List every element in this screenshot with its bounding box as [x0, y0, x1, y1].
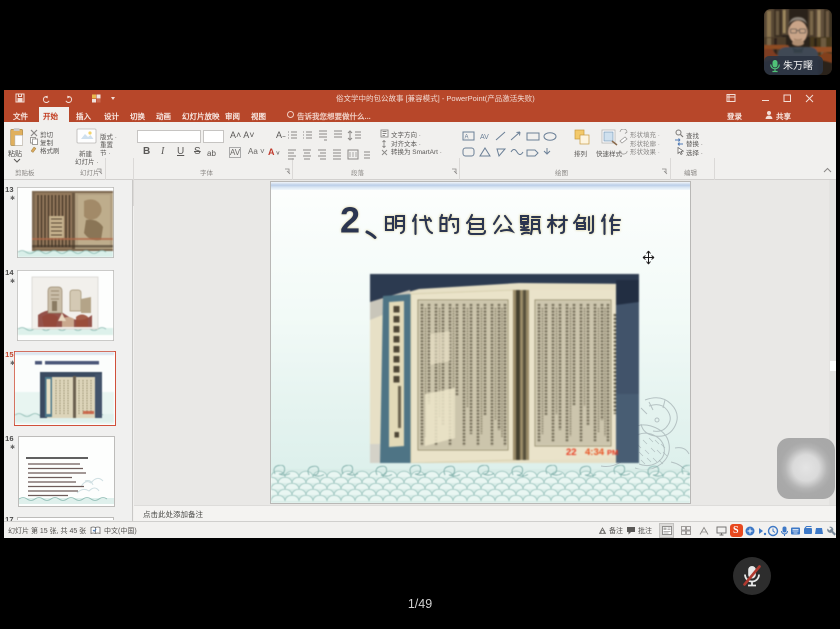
svg-text:AV: AV: [480, 134, 489, 141]
svg-text:A: A: [465, 135, 469, 141]
svg-text:朱万曙: 朱万曙: [783, 60, 813, 72]
svg-text:PM: PM: [607, 448, 618, 457]
svg-text:2: 2: [340, 200, 360, 241]
svg-text:4:34: 4:34: [585, 447, 605, 458]
svg-text:22: 22: [566, 447, 577, 458]
